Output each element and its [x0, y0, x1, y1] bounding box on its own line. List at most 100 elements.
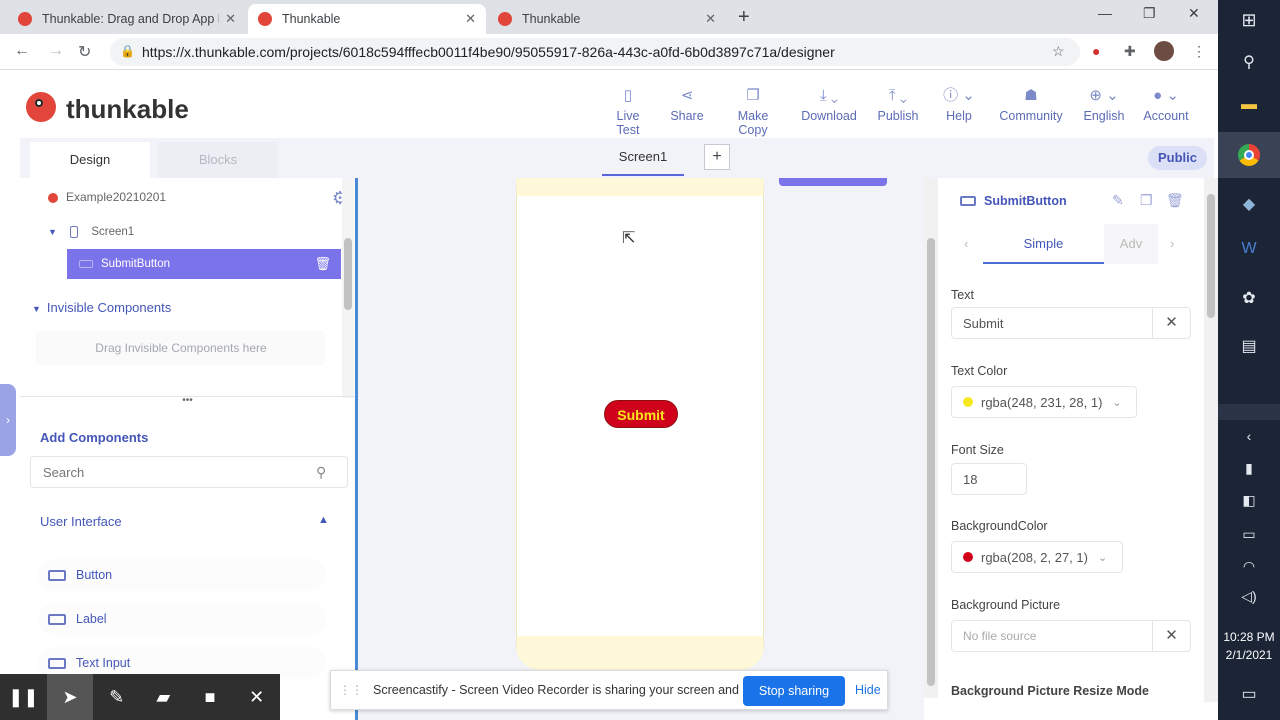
search-input[interactable]: [30, 456, 348, 488]
system-clock[interactable]: 10:28 PM 2/1/2021: [1218, 628, 1280, 664]
chevron-right-icon[interactable]: ›: [1170, 236, 1174, 251]
invisible-components-header[interactable]: ▼ Invisible Components: [32, 300, 171, 315]
bookmark-star-icon[interactable]: ☆: [1052, 43, 1065, 60]
stop-sharing-button[interactable]: Stop sharing: [743, 676, 845, 706]
tree-submitbutton-item[interactable]: SubmitButton 🗑: [67, 249, 341, 279]
notification-icon[interactable]: ▭: [1218, 684, 1280, 704]
add-screen-button[interactable]: +: [704, 144, 730, 170]
trash-icon[interactable]: 🗑: [314, 249, 331, 279]
properties-scrollbar[interactable]: [1204, 178, 1218, 702]
project-icon: [48, 192, 58, 203]
windows-start-icon[interactable]: ⊞: [1218, 10, 1280, 31]
nav-community[interactable]: ☗ Community: [998, 86, 1064, 123]
screen-capture-icon[interactable]: ◧: [1218, 492, 1280, 509]
extensions-icon[interactable]: ✚: [1124, 43, 1136, 60]
caret-down-icon[interactable]: ▼: [48, 227, 57, 237]
nav-download[interactable]: ⤓ ⌄ Download: [800, 86, 858, 123]
chrome-taskbar-item[interactable]: [1218, 132, 1280, 178]
camera-icon[interactable]: ■: [187, 674, 234, 720]
url-field[interactable]: 🔒 https://x.thunkable.com/projects/6018c…: [110, 38, 1080, 66]
document-icon[interactable]: ▤: [1218, 336, 1280, 356]
app-icon[interactable]: ◆: [1218, 194, 1280, 214]
nav-help[interactable]: ⓘ ⌄ Help: [942, 86, 976, 123]
volume-icon[interactable]: ◁): [1218, 588, 1280, 605]
close-icon[interactable]: ✕: [233, 674, 280, 720]
drag-grip-icon[interactable]: ⋮⋮: [339, 683, 363, 697]
nav-make-copy[interactable]: ❐ Make Copy: [722, 86, 784, 137]
canvas-scrollbar[interactable]: [924, 178, 938, 698]
tab-advanced[interactable]: Adv: [1104, 224, 1158, 264]
tree-screen-item[interactable]: ▼ Screen1: [48, 226, 370, 238]
public-badge[interactable]: Public: [1148, 146, 1208, 170]
recording-toolbar: ❚❚ ➤ ✎ ▰ ■ ✕: [0, 674, 280, 720]
text-field[interactable]: Submit ✕: [951, 307, 1191, 339]
pointer-icon[interactable]: ➤: [46, 674, 94, 720]
screen-share-notice: ⋮⋮ Screencastify - Screen Video Recorder…: [330, 670, 888, 710]
battery-icon[interactable]: ▭: [1218, 526, 1280, 543]
forward-icon[interactable]: →: [48, 42, 64, 60]
nav-label: Make Copy: [737, 109, 769, 137]
profile-avatar[interactable]: [1154, 41, 1174, 61]
chevron-left-icon[interactable]: ‹: [964, 236, 968, 251]
file-explorer-icon[interactable]: ▬: [1218, 96, 1280, 114]
tree-project-item[interactable]: Example20210201: [48, 190, 370, 204]
back-icon[interactable]: ←: [14, 42, 30, 60]
phone-preview[interactable]: Submit: [516, 178, 764, 670]
search-icon[interactable]: ⚲: [1218, 52, 1280, 72]
chevron-up-icon[interactable]: ▲: [318, 514, 329, 526]
tab-blocks[interactable]: Blocks: [158, 142, 278, 178]
color-swatch: [963, 397, 973, 407]
tab-screen1[interactable]: Screen1: [602, 138, 684, 176]
tab-design[interactable]: Design: [30, 142, 150, 178]
wifi-icon[interactable]: ◠: [1218, 558, 1280, 575]
hide-link[interactable]: Hide: [855, 683, 881, 697]
tree-scrollbar[interactable]: [342, 178, 354, 398]
font-size-field[interactable]: 18: [951, 463, 1027, 495]
microphone-icon[interactable]: ▮: [1218, 460, 1280, 477]
close-window-icon[interactable]: ✕: [1188, 5, 1200, 22]
close-tab-icon[interactable]: ✕: [225, 11, 236, 27]
clear-icon[interactable]: ✕: [1152, 308, 1190, 338]
nav-publish[interactable]: ⤒ ⌄ Publish: [876, 86, 920, 123]
duplicate-icon[interactable]: ❐: [1140, 192, 1153, 209]
text-color-picker[interactable]: rgba(248, 231, 28, 1) ⌄: [951, 386, 1137, 418]
edit-icon[interactable]: ✎: [1112, 192, 1124, 209]
browser-tab-1[interactable]: Thunkable: Drag and Drop App B ✕: [8, 4, 246, 34]
trash-icon[interactable]: 🗑: [1166, 192, 1184, 209]
panel-resize-handle[interactable]: •••: [20, 396, 355, 408]
expand-panel-handle[interactable]: ›: [0, 384, 16, 456]
word-icon[interactable]: W: [1218, 240, 1280, 258]
chevron-left-icon[interactable]: ‹: [1218, 428, 1280, 444]
clear-icon[interactable]: ✕: [1152, 621, 1190, 651]
browser-tab-2[interactable]: Thunkable ✕: [248, 4, 486, 34]
nav-share[interactable]: ⋖ Share: [668, 86, 706, 123]
submit-button-preview[interactable]: Submit: [604, 400, 678, 428]
browser-tab-3[interactable]: Thunkable ✕: [488, 4, 726, 34]
nav-language[interactable]: ⊕ ⌄ English: [1082, 86, 1126, 123]
restore-icon[interactable]: ❐: [1143, 5, 1156, 22]
close-tab-icon[interactable]: ✕: [705, 11, 716, 27]
screencastify-extension-icon[interactable]: ●: [1092, 43, 1100, 59]
close-tab-icon[interactable]: ✕: [465, 11, 476, 27]
reload-icon[interactable]: ↻: [78, 42, 91, 62]
tray-scroll[interactable]: [1218, 404, 1280, 420]
new-tab-icon[interactable]: +: [738, 6, 750, 29]
tab-title: Thunkable: [522, 12, 581, 26]
component-button[interactable]: Button: [38, 559, 326, 591]
paint-icon[interactable]: ✿: [1218, 288, 1280, 308]
background-picture-field[interactable]: No file source ✕: [951, 620, 1191, 652]
pen-icon[interactable]: ✎: [93, 674, 140, 720]
background-color-picker[interactable]: rgba(208, 2, 27, 1) ⌄: [951, 541, 1123, 573]
font-size-label: Font Size: [951, 443, 1004, 457]
tab-simple[interactable]: Simple: [983, 224, 1104, 264]
browser-menu-icon[interactable]: ⋮: [1192, 43, 1206, 60]
minimize-icon[interactable]: —: [1098, 5, 1112, 21]
pause-icon[interactable]: ❚❚: [0, 674, 47, 720]
user-interface-section[interactable]: User Interface: [40, 514, 122, 529]
component-label-item[interactable]: Label: [38, 603, 326, 635]
app-header: thunkable ▯ Live Test ⋖ Share ❐ Make Cop…: [0, 70, 1218, 137]
nav-account[interactable]: ● ⌄ Account: [1142, 86, 1190, 123]
highlighter-icon[interactable]: ▰: [140, 674, 187, 720]
nav-live-test[interactable]: ▯ Live Test: [604, 86, 652, 137]
invisible-drop-zone[interactable]: Drag Invisible Components here: [36, 330, 326, 366]
